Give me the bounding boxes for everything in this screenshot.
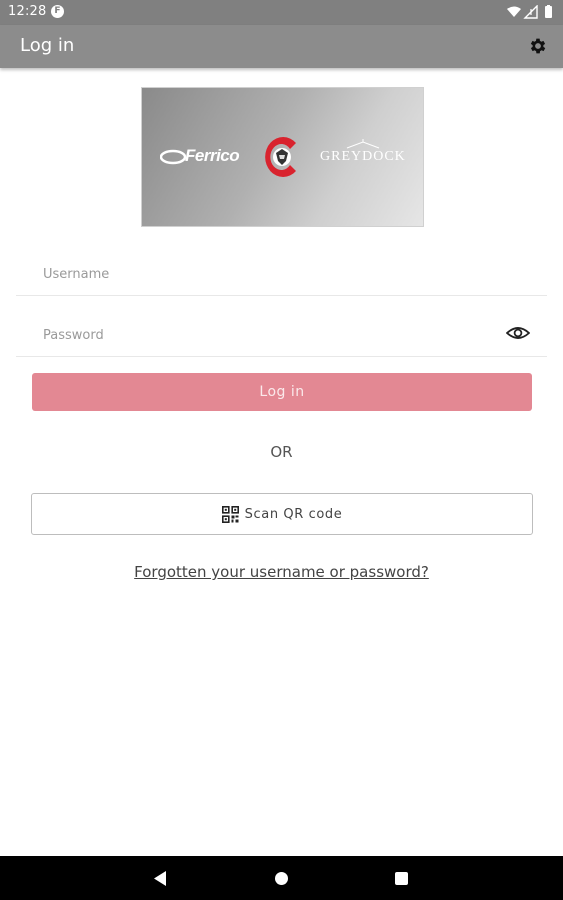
username-field [16,251,547,296]
scan-qr-label: Scan QR code [244,506,343,522]
brand-logo-right: GREYDOCK [320,149,406,164]
status-time: 12:28 [8,4,47,19]
system-status-icons [507,5,552,19]
or-divider: OR [270,443,293,461]
qr-code-icon [221,505,239,523]
password-input[interactable] [41,322,485,348]
status-bar: 12:28 F [0,0,563,25]
recents-icon[interactable] [395,872,408,885]
forgot-credentials-link[interactable]: Forgotten your username or password? [0,563,563,581]
scan-qr-button[interactable]: Scan QR code [31,493,533,535]
gear-icon[interactable] [528,36,548,56]
eye-icon[interactable] [506,324,530,342]
page-title: Log in [20,35,75,56]
app-bar: Log in [0,25,563,68]
username-input[interactable] [41,261,485,287]
home-icon[interactable] [275,872,288,885]
password-field [16,312,547,357]
notification-icon: F [51,5,64,18]
brand-logo-left: Ferrico [185,146,240,165]
brand-logo-banner: Ferrico GREYDOCK [141,87,424,227]
greydock-roof-icon [346,139,380,149]
back-icon[interactable] [154,871,167,886]
crest-logo-icon [265,137,296,177]
login-button[interactable]: Log in [32,373,532,411]
system-nav-bar [0,856,563,900]
